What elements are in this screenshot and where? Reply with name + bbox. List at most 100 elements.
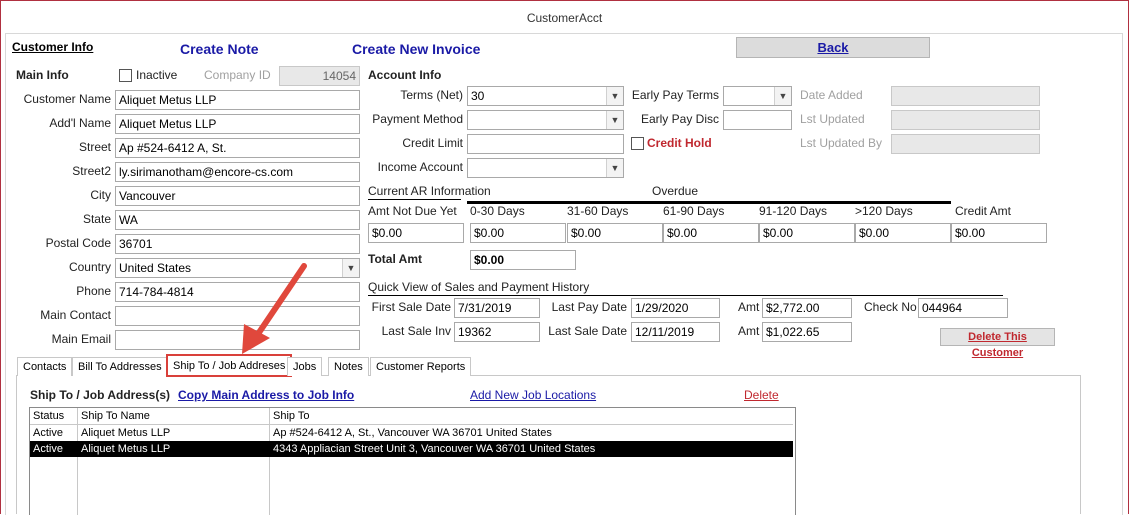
postal-code-field[interactable]: 36701 [115, 234, 360, 254]
state-value: WA [119, 213, 138, 227]
main-info-heading: Main Info [16, 68, 69, 82]
row-name: Aliquet Metus LLP [81, 427, 171, 439]
ship-to-list[interactable]: Status Ship To Name Ship To Active Aliqu… [29, 407, 796, 515]
state-field[interactable]: WA [115, 210, 360, 230]
history-divider [368, 295, 1003, 296]
add-job-locations-link[interactable]: Add New Job Locations [470, 388, 596, 402]
credit-limit-label: Credit Limit [402, 136, 463, 150]
terms-label: Terms (Net) [400, 88, 463, 102]
amt-label-2: Amt [738, 324, 760, 338]
tab-customer-reports[interactable]: Customer Reports [370, 357, 472, 376]
column-header-status[interactable]: Status [30, 408, 64, 424]
early-pay-disc-field[interactable] [723, 110, 792, 130]
first-sale-date-field: 7/31/2019 [454, 298, 540, 318]
copy-main-address-link[interactable]: Copy Main Address to Job Info [178, 388, 354, 402]
tab-bill-to[interactable]: Bill To Addresses [72, 357, 168, 376]
city-value: Vancouver [119, 189, 176, 203]
create-invoice-button[interactable]: Create New Invoice [352, 41, 480, 57]
ar-value-field: $0.00 [368, 223, 464, 243]
history-title: Quick View of Sales and Payment History [368, 280, 590, 294]
window-title: CustomerAcct [526, 11, 603, 25]
table-row[interactable]: Active Aliquet Metus LLP Ap #524-6412 A,… [30, 425, 793, 441]
inactive-label: Inactive [136, 68, 178, 82]
lst-updated-by-field [891, 134, 1040, 154]
ar-column-header: Credit Amt [955, 204, 1012, 218]
last-pay-date-field: 1/29/2020 [631, 298, 720, 318]
add-l-name-field[interactable]: Aliquet Metus LLP [115, 114, 360, 134]
row-status: Active [33, 443, 63, 455]
ar-value-field: $0.00 [567, 223, 663, 243]
last-pay-date-label: Last Pay Date [551, 300, 627, 314]
credit-hold-label: Credit Hold [647, 136, 712, 150]
street-value: Ap #524-6412 A, St. [119, 141, 227, 155]
customer-info-link[interactable]: Customer Info [12, 40, 93, 54]
ar-value-field: $0.00 [951, 223, 1047, 243]
overdue-label: Overdue [652, 184, 699, 198]
income-account-combo[interactable]: ▼ [467, 158, 624, 178]
ar-column-header: 61-90 Days [663, 204, 725, 218]
ar-title: Current AR Information [368, 184, 491, 198]
create-note-button[interactable]: Create Note [180, 41, 259, 57]
chevron-down-icon[interactable]: ▼ [342, 259, 359, 277]
ar-column-header: >120 Days [855, 204, 913, 218]
chevron-down-icon[interactable]: ▼ [606, 159, 623, 177]
add-l-name-label: Add'l Name [49, 116, 111, 130]
row-name: Aliquet Metus LLP [81, 443, 171, 455]
street2-value: ly.sirimanotham@encore-cs.com [119, 165, 294, 179]
row-address: Ap #524-6412 A, St., Vancouver WA 36701 … [273, 427, 552, 439]
ar-column-header: 0-30 Days [470, 204, 525, 218]
chevron-down-icon[interactable]: ▼ [774, 87, 791, 105]
street2-field[interactable]: ly.sirimanotham@encore-cs.com [115, 162, 360, 182]
back-button[interactable]: Back [736, 37, 930, 58]
total-amt-field: $0.00 [470, 250, 576, 270]
customer-name-field[interactable]: Aliquet Metus LLP [115, 90, 360, 110]
last-sale-inv-label: Last Sale Inv [381, 324, 451, 338]
street2-label: Street2 [72, 164, 111, 178]
main-contact-label: Main Contact [40, 308, 111, 322]
ar-column-header: 31-60 Days [567, 204, 629, 218]
delete-customer-button[interactable]: Delete This Customer [940, 328, 1055, 359]
amt-label-1: Amt [738, 300, 760, 314]
ar-value-field: $0.00 [470, 223, 566, 243]
annotation-arrow-icon [242, 263, 307, 354]
customer-name-label: Customer Name [23, 92, 111, 106]
table-row-selected[interactable]: Active Aliquet Metus LLP 4343 Appliacian… [30, 441, 793, 457]
delete-ship-to-link[interactable]: Delete [744, 388, 779, 402]
lst-updated-field [891, 110, 1040, 130]
last-sale-date-label: Last Sale Date [548, 324, 627, 338]
list-header: Status Ship To Name Ship To [30, 408, 793, 425]
early-pay-terms-combo[interactable]: ▼ [723, 86, 792, 106]
lst-updated-by-label: Lst Updated By [800, 136, 883, 150]
ar-divider [368, 199, 461, 200]
credit-hold-checkbox[interactable] [631, 137, 644, 150]
tab-contacts[interactable]: Contacts [17, 357, 73, 376]
terms-value: 30 [471, 89, 485, 103]
phone-label: Phone [76, 284, 111, 298]
chevron-down-icon[interactable]: ▼ [606, 111, 623, 129]
street-field[interactable]: Ap #524-6412 A, St. [115, 138, 360, 158]
country-value: United States [119, 261, 192, 275]
postal-code-label: Postal Code [45, 236, 111, 250]
early-pay-terms-label: Early Pay Terms [631, 88, 719, 102]
city-field[interactable]: Vancouver [115, 186, 360, 206]
phone-value: 714-784-4814 [119, 285, 194, 299]
country-label: Country [68, 260, 111, 274]
amt-field-2: $1,022.65 [762, 322, 852, 342]
early-pay-disc-label: Early Pay Disc [640, 112, 719, 126]
terms-combo[interactable]: 30 ▼ [467, 86, 624, 106]
state-label: State [82, 212, 111, 226]
amt-field-1: $2,772.00 [762, 298, 852, 318]
account-info-heading: Account Info [368, 68, 442, 82]
tab-notes[interactable]: Notes [328, 357, 369, 376]
credit-limit-field[interactable] [467, 134, 624, 154]
last-sale-date-field: 12/11/2019 [631, 322, 720, 342]
tab-jobs[interactable]: Jobs [287, 357, 323, 376]
company-id-field: 14054 [279, 66, 360, 86]
chevron-down-icon[interactable]: ▼ [606, 87, 623, 105]
column-header-ship-to[interactable]: Ship To [270, 408, 310, 424]
payment-method-combo[interactable]: ▼ [467, 110, 624, 130]
inactive-checkbox[interactable] [119, 69, 132, 82]
row-status: Active [33, 427, 63, 439]
column-header-name[interactable]: Ship To Name [78, 408, 150, 424]
customer-name-value: Aliquet Metus LLP [119, 93, 217, 107]
